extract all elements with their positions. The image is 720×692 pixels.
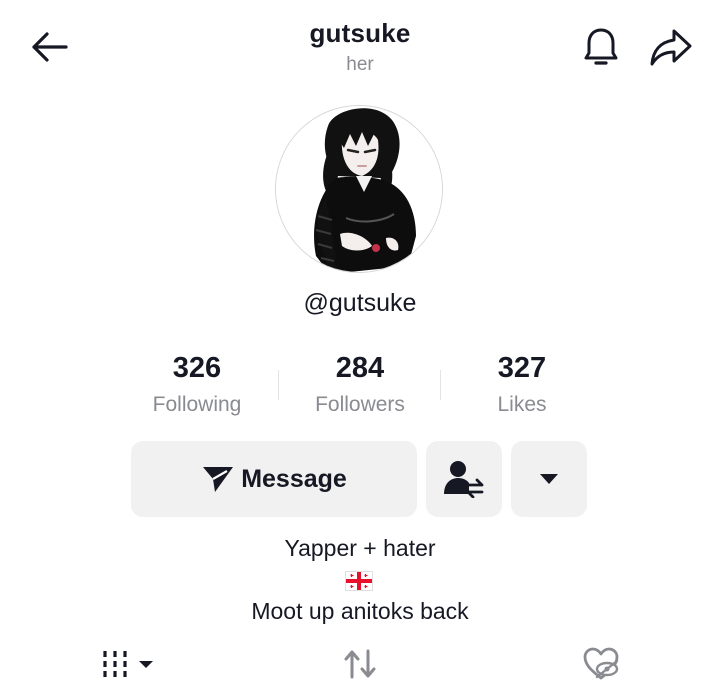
followers-count: 284 bbox=[335, 352, 385, 384]
bio-line: Yapper + hater bbox=[284, 535, 436, 561]
bio-line: Moot up anitoks back bbox=[251, 598, 469, 624]
stat-divider bbox=[440, 370, 441, 400]
send-icon bbox=[203, 467, 234, 492]
stat-followers[interactable]: 284 Followers bbox=[290, 352, 430, 417]
share-icon bbox=[650, 29, 692, 66]
followers-label: Followers bbox=[315, 393, 405, 416]
hidden-heart-icon bbox=[583, 647, 619, 680]
friends-button[interactable] bbox=[426, 441, 502, 517]
profile-handle: @gutsuke bbox=[303, 289, 417, 317]
avatar[interactable] bbox=[275, 105, 443, 273]
grid-icon bbox=[103, 651, 153, 677]
more-options-button[interactable] bbox=[511, 441, 587, 517]
tab-liked[interactable] bbox=[580, 644, 622, 684]
repost-icon bbox=[344, 649, 376, 679]
likes-count: 327 bbox=[497, 352, 547, 384]
message-label: Message bbox=[241, 464, 347, 493]
tab-reposts[interactable] bbox=[339, 644, 381, 684]
following-label: Following bbox=[152, 393, 242, 416]
stat-divider bbox=[278, 370, 279, 400]
message-button[interactable]: Message bbox=[131, 441, 417, 517]
stat-likes[interactable]: 327 Likes bbox=[452, 352, 592, 417]
following-count: 326 bbox=[172, 352, 222, 384]
caret-down-icon bbox=[540, 474, 558, 484]
tab-videos[interactable] bbox=[96, 644, 158, 684]
bell-icon bbox=[584, 28, 618, 65]
likes-label: Likes bbox=[497, 393, 547, 416]
avatar-image bbox=[276, 106, 442, 272]
user-swap-icon bbox=[444, 461, 484, 498]
share-button[interactable] bbox=[646, 24, 696, 70]
stat-following[interactable]: 326 Following bbox=[127, 352, 267, 417]
georgia-flag-icon bbox=[345, 571, 373, 591]
notifications-button[interactable] bbox=[578, 24, 624, 70]
